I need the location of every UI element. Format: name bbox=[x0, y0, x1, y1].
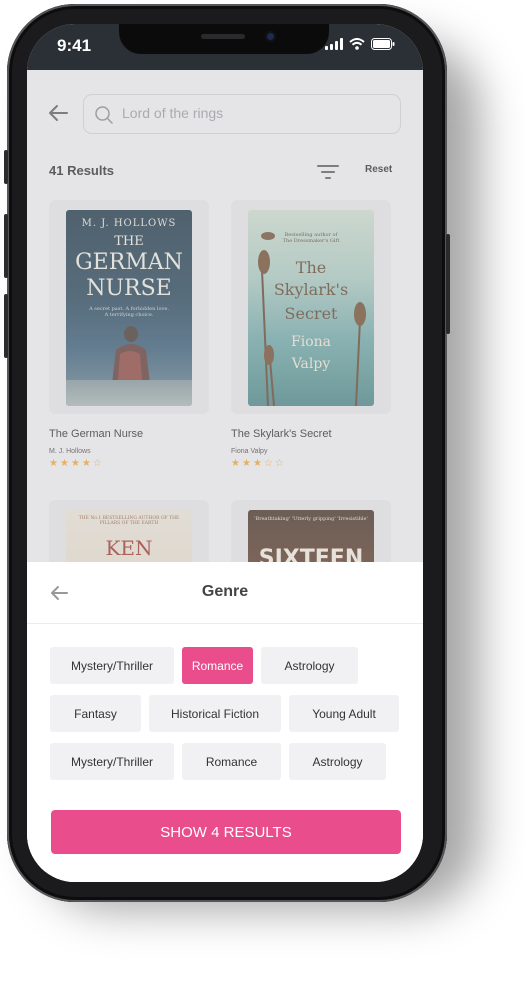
volume-up-button bbox=[4, 214, 8, 278]
show-results-button[interactable]: SHOW 4 RESULTS bbox=[51, 810, 401, 854]
mute-switch bbox=[4, 150, 8, 184]
power-button bbox=[446, 234, 450, 334]
genre-bottom-sheet: Genre Mystery/Thriller Romance Astrology… bbox=[27, 562, 423, 882]
status-bar: 9:41 bbox=[27, 24, 423, 70]
sheet-title: Genre bbox=[201, 583, 249, 600]
notch bbox=[119, 24, 329, 54]
phone-screen: 9:41 Lord of the rings 41 Results Reset … bbox=[27, 24, 423, 882]
genre-chip[interactable]: Mystery/Thriller bbox=[50, 743, 174, 780]
genre-chip[interactable]: Fantasy bbox=[50, 695, 141, 732]
signal-icon bbox=[325, 38, 343, 50]
speaker-grille bbox=[201, 34, 245, 39]
genre-chip[interactable]: Romance bbox=[182, 743, 281, 780]
genre-chip-selected[interactable]: Romance bbox=[182, 647, 253, 684]
wifi-icon bbox=[349, 38, 365, 50]
genre-chip[interactable]: Young Adult bbox=[289, 695, 399, 732]
genre-chip[interactable]: Historical Fiction bbox=[149, 695, 281, 732]
sheet-header: Genre bbox=[27, 562, 423, 624]
genre-chip[interactable]: Astrology bbox=[261, 647, 358, 684]
status-icons bbox=[325, 38, 395, 50]
status-time: 9:41 bbox=[57, 36, 92, 55]
front-camera bbox=[265, 31, 276, 42]
genre-chip[interactable]: Astrology bbox=[289, 743, 386, 780]
battery-icon bbox=[371, 38, 395, 50]
volume-down-button bbox=[4, 294, 8, 358]
genre-chip[interactable]: Mystery/Thriller bbox=[50, 647, 174, 684]
